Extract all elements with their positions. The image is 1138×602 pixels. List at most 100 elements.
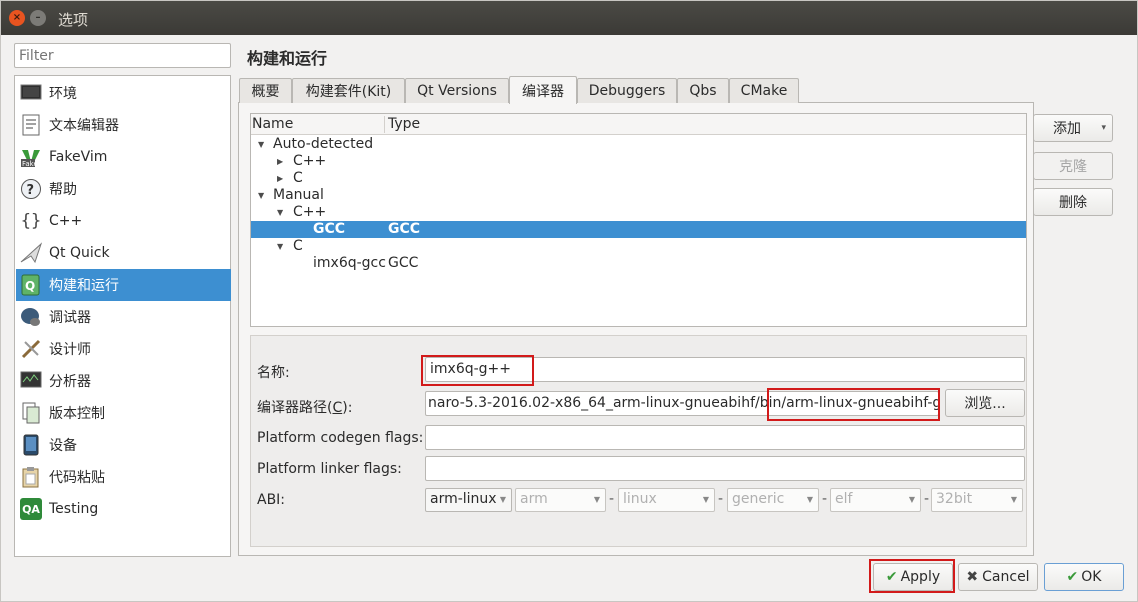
designer-icon [20,338,42,360]
sidebar-item-debugger[interactable]: 调试器 [16,301,231,333]
add-button[interactable]: 添加 ▾ [1033,114,1113,142]
braces-icon: {} [20,211,42,231]
analyzer-icon [20,370,42,392]
tree-header: Name Type [251,114,1026,135]
tab-kits[interactable]: 构建套件(Kit) [292,78,405,103]
sidebar-item-code-paste[interactable]: 代码粘贴 [16,461,231,493]
sidebar-item-fakevim[interactable]: Fake FakeVim [16,141,231,173]
dropdown-arrow-icon: ▼ [499,495,506,504]
tab-debuggers[interactable]: Debuggers [577,78,677,103]
browse-button[interactable]: 浏览... [945,389,1025,417]
sidebar-item-qt-quick[interactable]: Qt Quick [16,237,231,269]
abi-separator: - [609,491,615,507]
tree-row-gcc-selected[interactable]: GCC GCC [251,221,1026,238]
tree-row-manual-cpp[interactable]: ▼ C++ [251,204,1026,221]
expand-down-icon[interactable]: ▼ [277,238,283,255]
sidebar-item-text-editor[interactable]: 文本编辑器 [16,109,231,141]
clone-button[interactable]: 克隆 [1033,152,1113,180]
expand-right-icon[interactable]: ▶ [277,170,283,187]
tree-row-auto-c[interactable]: ▶ C [251,170,1026,187]
sidebar-item-build-run[interactable]: Q 构建和运行 [16,269,231,301]
sidebar-item-designer[interactable]: 设计师 [16,333,231,365]
checkmark-icon: ✔ [1066,569,1079,585]
abi-arch-select[interactable]: arm ▼ [515,488,606,512]
dropdown-arrow-icon: ▼ [702,495,709,504]
abi-separator: - [822,491,828,507]
abi-wordwidth-select[interactable]: 32bit ▼ [931,488,1023,512]
sidebar-item-analyzer[interactable]: 分析器 [16,365,231,397]
sidebar-item-devices[interactable]: 设备 [16,429,231,461]
minimize-icon[interactable]: – [30,10,46,26]
window-title: 选项 [58,11,89,29]
tree-row-auto-detected[interactable]: ▼ Auto-detected [251,136,1026,153]
qa-icon: QA [20,498,42,520]
debugger-icon [20,306,42,328]
compiler-tree[interactable]: Name Type ▼ Auto-detected ▶ C++ ▶ C ▼ Ma… [250,113,1027,327]
column-header-name[interactable]: Name [252,116,293,132]
expand-down-icon[interactable]: ▼ [258,187,264,204]
cross-icon: ✖ [966,569,979,585]
abi-label: ABI: [257,492,286,508]
sidebar-item-version-control[interactable]: 版本控制 [16,397,231,429]
name-label: 名称: [257,365,290,381]
delete-button[interactable]: 删除 [1033,188,1113,216]
abi-os-select[interactable]: linux ▼ [618,488,715,512]
filter-input[interactable] [14,43,231,68]
abi-flavor-select[interactable]: generic ▼ [727,488,819,512]
version-control-icon [20,402,42,424]
tab-qbs[interactable]: Qbs [677,78,729,103]
abi-format-select[interactable]: elf ▼ [830,488,921,512]
title-bar: × – 选项 [1,1,1137,35]
tab-overview[interactable]: 概要 [239,78,292,103]
sidebar-item-cpp[interactable]: {} C++ [16,205,231,237]
dropdown-arrow-icon: ▼ [593,495,600,504]
compiler-path-label: 编译器路径(C): [257,400,353,416]
column-header-type[interactable]: Type [388,116,420,132]
build-run-icon: Q [20,274,42,296]
linker-flags-field[interactable] [425,456,1025,481]
dropdown-arrow-icon: ▼ [908,495,915,504]
expand-right-icon[interactable]: ▶ [277,153,283,170]
sidebar-item-help[interactable]: ? 帮助 [16,173,231,205]
category-sidebar: 环境 文本编辑器 Fake FakeVim ? 帮助 {} C++ Qt Qui… [14,75,231,557]
text-editor-icon [20,114,42,136]
code-paste-icon [20,466,42,488]
dropdown-arrow-icon: ▼ [1010,495,1017,504]
tree-row-auto-cpp[interactable]: ▶ C++ [251,153,1026,170]
column-separator [384,116,385,133]
options-dialog: × – 选项 环境 文本编辑器 Fake FakeVim ? 帮助 {} C++… [0,0,1138,602]
svg-text:?: ? [27,183,35,198]
help-icon: ? [20,178,42,200]
ok-button[interactable]: ✔ OK [1044,563,1124,591]
tree-row-imx6q-gcc[interactable]: imx6q-gcc GCC [251,255,1026,272]
highlight-box [421,355,534,386]
tree-row-manual-c[interactable]: ▼ C [251,238,1026,255]
paper-plane-icon [20,242,42,264]
svg-text:Fake: Fake [22,160,38,168]
dropdown-arrow-icon: ▼ [806,495,813,504]
close-icon[interactable]: × [9,10,25,26]
abi-separator: - [924,491,930,507]
expand-down-icon[interactable]: ▼ [277,204,283,221]
tab-compilers[interactable]: 编译器 [509,76,577,104]
cancel-button[interactable]: ✖ Cancel [958,563,1038,591]
dropdown-arrow-icon: ▾ [1101,123,1106,133]
abi-architecture-select[interactable]: arm-linux ▼ [425,488,512,512]
abi-separator: - [718,491,724,507]
fakevim-icon: Fake [20,146,42,168]
monitor-icon [20,82,42,104]
highlight-box [869,559,955,593]
tab-cmake[interactable]: CMake [729,78,799,103]
tab-qt-versions[interactable]: Qt Versions [405,78,509,103]
expand-down-icon[interactable]: ▼ [258,136,264,153]
sidebar-item-environment[interactable]: 环境 [16,77,231,109]
linker-flags-label: Platform linker flags: [257,461,402,477]
codegen-flags-field[interactable] [425,425,1025,450]
sidebar-item-testing[interactable]: QA Testing [16,493,231,525]
codegen-flags-label: Platform codegen flags: [257,430,424,446]
tree-row-manual[interactable]: ▼ Manual [251,187,1026,204]
highlight-box [767,388,940,421]
svg-text:Q: Q [25,279,35,293]
page-title: 构建和运行 [247,49,328,68]
device-icon [20,434,42,456]
